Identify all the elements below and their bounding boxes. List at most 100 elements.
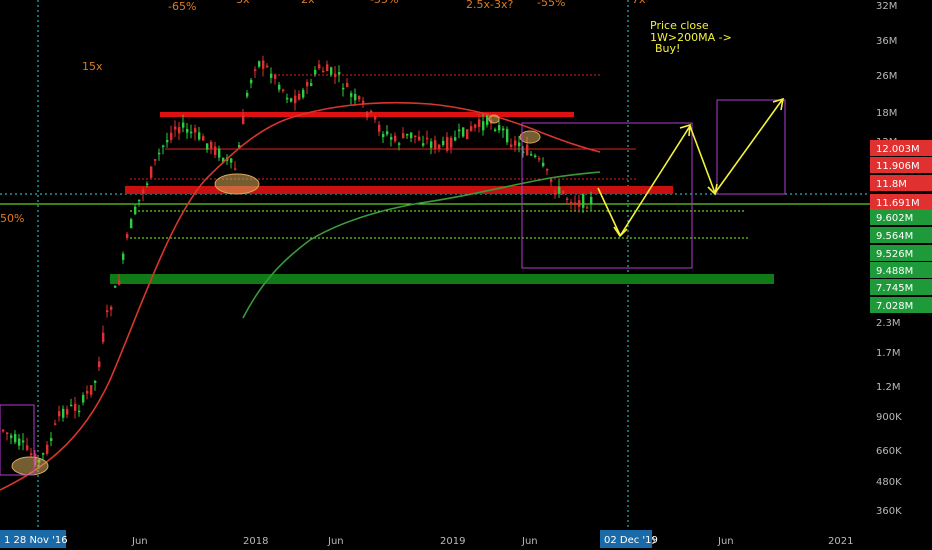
ma-red-line [0, 101, 601, 491]
candle-body [82, 395, 85, 403]
x-highlight-label: 02 Dec '19 [604, 535, 658, 546]
candle-body [550, 179, 553, 182]
candle-body [562, 190, 565, 194]
candle-body [462, 127, 465, 137]
candle-body [358, 96, 361, 100]
candle-body [106, 310, 109, 313]
candle-body [138, 199, 141, 202]
annotation-label: 2.5x-3x? [466, 0, 513, 11]
candle-body [282, 89, 285, 92]
candle-body [270, 73, 273, 78]
x-tick-label: 2021 [828, 536, 853, 547]
candle-body [394, 135, 397, 142]
candle-body [86, 391, 89, 394]
candle-body [466, 129, 469, 140]
candle-body [130, 219, 133, 229]
highlight-ellipse [488, 114, 500, 124]
candle-body [294, 95, 297, 104]
candle-body [342, 87, 345, 90]
candle-body [418, 136, 421, 141]
candle-body [478, 119, 481, 127]
price-tag-label: 11.8M [876, 179, 907, 190]
candle-body [206, 143, 209, 150]
price-tag-label: 9.602M [876, 213, 913, 224]
candle-body [234, 168, 237, 170]
candle-body [574, 202, 577, 205]
candle-body [426, 137, 429, 140]
candle-body [366, 111, 369, 118]
candle-body [382, 134, 385, 138]
projection-arrow [689, 125, 716, 194]
candle-body [486, 115, 489, 125]
candle-body [18, 438, 21, 446]
candle-body [262, 60, 265, 69]
x-tick-label: Jun [327, 536, 344, 547]
chart-container: -65%3x2x-55%2.5x-3x?-55%7x15x50%Price cl… [0, 0, 932, 550]
y-tick-label: 1.7M [876, 348, 901, 359]
y-tick-label: 32M [876, 1, 897, 12]
annotation-label: 3x [236, 0, 250, 6]
candle-body [438, 144, 441, 149]
candle-body [274, 74, 277, 79]
candle-body [210, 141, 213, 149]
candle-body [42, 453, 45, 455]
x-tick-label: Jun [521, 536, 538, 547]
candle-body [566, 198, 569, 201]
projection-arrow [714, 99, 783, 194]
y-tick-label: 2.3M [876, 318, 901, 329]
candle-body [162, 145, 165, 148]
candle-body [26, 445, 29, 450]
zones-layer [0, 74, 932, 284]
candle-body [434, 140, 437, 149]
projection-box [521, 122, 693, 269]
candle-body [214, 146, 217, 155]
candle-body [334, 73, 337, 77]
candle-body [158, 152, 161, 155]
candle-body [54, 423, 57, 425]
candle-body [134, 206, 137, 215]
candle-body [246, 92, 249, 97]
candle-body [422, 143, 425, 146]
candle-body [350, 93, 353, 97]
y-tick-label: 480K [876, 477, 902, 488]
y-tick-label: 26M [876, 71, 897, 82]
candle-body [126, 233, 129, 238]
candle-body [502, 128, 505, 131]
candle-body [446, 137, 449, 151]
support-band [110, 274, 774, 284]
candle-body [218, 148, 221, 158]
candle-body [290, 98, 293, 102]
candle-body [402, 133, 405, 139]
candle-body [326, 64, 329, 72]
candle-body [22, 440, 25, 443]
candle-body [318, 64, 321, 69]
candle-body [338, 72, 341, 75]
candle-body [78, 410, 81, 413]
candle-body [514, 140, 517, 146]
projection-arrow [619, 125, 691, 237]
highlight-ellipse [519, 130, 541, 144]
candle-body [66, 409, 69, 415]
y-tick-label: 36M [876, 36, 897, 47]
x-highlight-label: 1 28 Nov '16 [4, 535, 68, 546]
candle-body [102, 332, 105, 343]
candle-body [254, 69, 257, 71]
highlight-ellipse [11, 456, 49, 476]
candle-body [450, 137, 453, 148]
price-chart[interactable]: -65%3x2x-55%2.5x-3x?-55%7x15x50%Price cl… [0, 0, 932, 550]
highlight-ellipse [214, 173, 260, 195]
candle-body [46, 444, 49, 454]
candle-body [286, 97, 289, 100]
annotation-label: -65% [168, 0, 196, 13]
candle-body [142, 189, 145, 194]
annotation-label: 15x [82, 60, 103, 73]
price-tag-label: 9.564M [876, 231, 913, 242]
drawings-layer [0, 97, 786, 476]
y-tick-label: 18M [876, 108, 897, 119]
candle-body [442, 140, 445, 145]
annotation-label: 7x [632, 0, 646, 6]
candles-layer [2, 55, 593, 469]
candle-body [398, 143, 401, 145]
candle-body [306, 82, 309, 87]
price-tag-label: 12.003M [876, 144, 920, 155]
